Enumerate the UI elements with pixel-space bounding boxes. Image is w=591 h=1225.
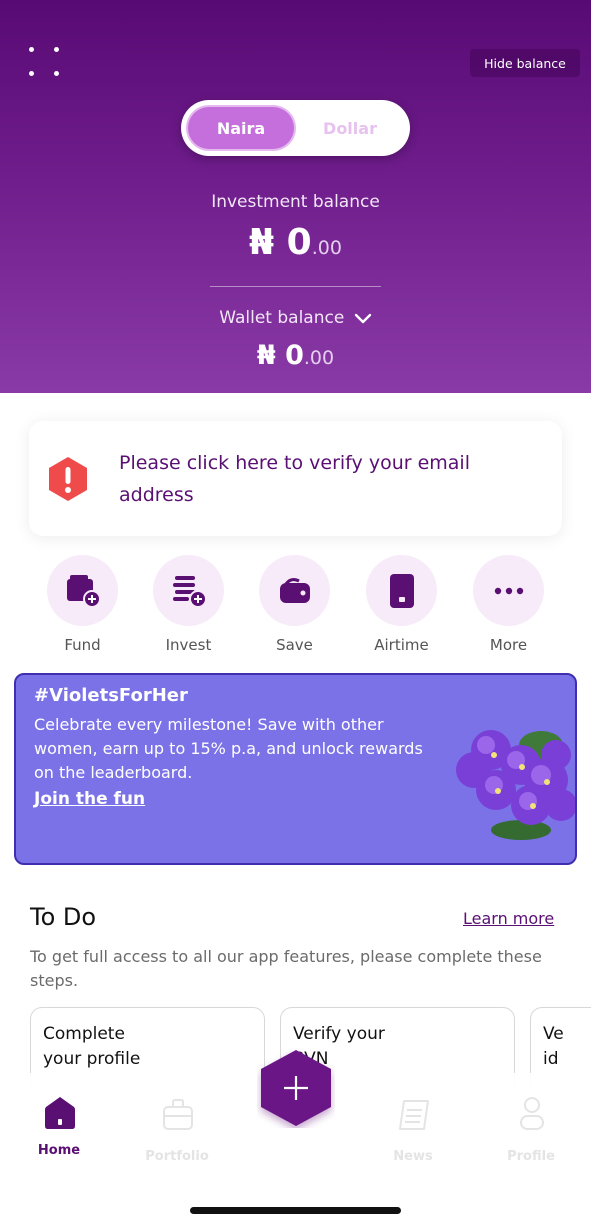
invest-circle [153,555,224,626]
todo-card-line2: your profile [43,1049,141,1069]
verify-email-text: Please click here to verify your email a… [119,452,470,506]
coins-plus-icon [172,575,207,608]
add-fab-button[interactable] [257,1048,335,1128]
learn-more-link[interactable]: Learn more [463,909,554,928]
nav-label: News [393,1149,433,1164]
more-dots-icon [494,587,523,594]
chevron-down-icon [354,313,371,324]
action-label: More [489,636,528,654]
fund-circle [47,555,118,626]
alert-icon [49,457,87,501]
promo-banner[interactable]: #VioletsForHer Celebrate every milestone… [14,673,577,865]
nav-label: Home [37,1143,81,1158]
nav-label: Profile [507,1149,555,1164]
amount-decimal: .00 [311,237,342,259]
investment-balance-amount: ₦ 0.00 [0,222,591,263]
wallet-balance-toggle[interactable]: Wallet balance [0,308,591,328]
home-indicator [190,1207,401,1214]
divider [210,286,381,287]
hide-balance-button[interactable]: Hide balance [470,49,580,77]
amount-whole: 0 [286,222,312,263]
todo-card-line1: Complete [43,1024,125,1044]
wallet-plus-icon [66,574,101,608]
action-airtime[interactable]: Airtime [356,555,446,655]
save-circle [259,555,330,626]
todo-card-label: Complete your profile [43,1022,140,1072]
nav-profile[interactable]: Profile [481,1083,581,1164]
menu-icon[interactable] [29,44,63,80]
nav-news[interactable]: News [363,1083,463,1164]
todo-description: To get full access to all our app featur… [30,947,542,990]
todo-title: To Do [30,903,97,931]
todo-card-label: Ve id [543,1022,564,1072]
violet-flowers-image [456,730,575,840]
banner-text: Celebrate every milestone! Save with oth… [34,715,423,782]
profile-icon [520,1097,544,1130]
action-more[interactable]: More [463,555,553,655]
nav-portfolio[interactable]: Portfolio [127,1083,227,1164]
investment-balance-label: Investment balance [211,192,380,212]
currency-symbol: ₦ [249,222,275,263]
action-label: Invest [165,636,212,654]
home-icon [45,1097,75,1129]
currency-toggle: Naira Dollar [181,100,410,156]
wallet-balance-label: Wallet balance [219,308,345,328]
phone-icon [389,573,414,608]
join-the-fun-link[interactable]: Join the fun [34,789,145,809]
nav-label: Portfolio [145,1149,209,1164]
header: Hide balance Naira Dollar Investment bal… [0,0,591,393]
piggy-wallet-icon [279,577,310,603]
currency-option-dollar[interactable]: Dollar [297,107,403,149]
wallet-balance-amount: ₦ 0.00 [0,340,591,371]
currency-symbol: ₦ [256,340,276,371]
briefcase-icon [163,1099,193,1130]
banner-title: #VioletsForHer [34,685,188,706]
action-fund[interactable]: Fund [37,555,127,655]
airtime-circle [366,555,437,626]
action-label: Fund [64,636,101,654]
todo-card-line1: Ve [543,1024,564,1044]
nav-home[interactable]: Home [9,1083,109,1163]
amount-decimal: .00 [303,347,335,369]
action-label: Airtime [374,636,429,654]
action-invest[interactable]: Invest [143,555,233,655]
action-label: Save [276,636,313,654]
more-circle [473,555,544,626]
todo-card-line1: Verify your [293,1024,385,1044]
currency-option-naira[interactable]: Naira [188,107,294,149]
verify-email-card[interactable]: Please click here to verify your email a… [29,421,562,536]
todo-card-line2: id [543,1049,559,1069]
amount-whole: 0 [285,340,304,371]
action-save[interactable]: Save [249,555,339,655]
news-icon [399,1100,429,1130]
